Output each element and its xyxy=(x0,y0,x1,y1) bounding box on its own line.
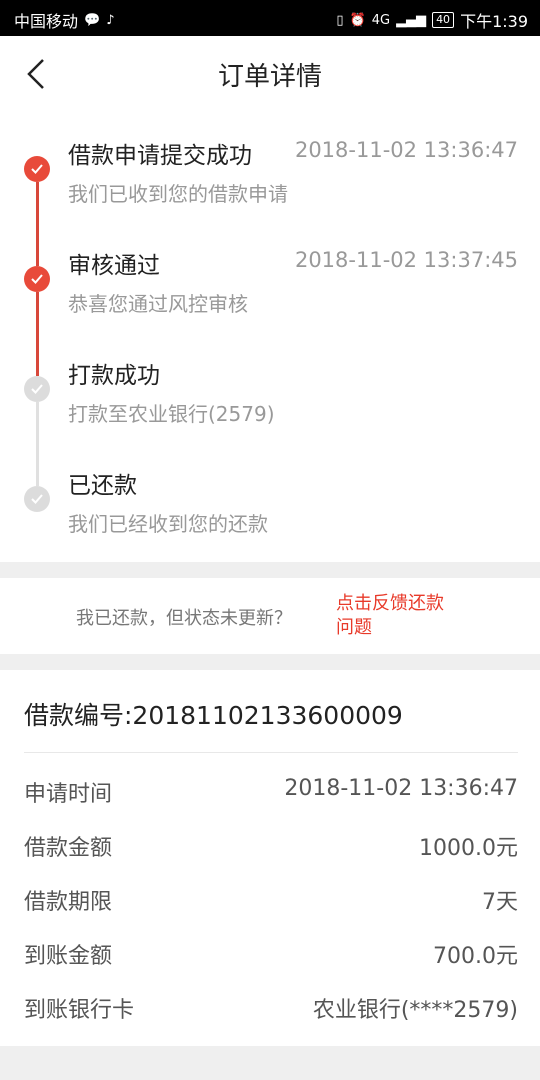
battery-icon: 40 xyxy=(432,12,455,28)
feedback-link-line2: 问题 xyxy=(336,617,372,638)
detail-row: 到账金额 700.0元 xyxy=(24,932,518,972)
check-icon xyxy=(24,486,50,512)
vibrate-icon: ▯ xyxy=(336,12,344,28)
repayment-feedback: 我已还款，但状态未更新？ 点击反馈还款 问题 xyxy=(0,578,540,654)
step-title: 打款成功 xyxy=(68,363,160,389)
detail-label: 借款金额 xyxy=(24,836,113,861)
detail-label: 借款期限 xyxy=(24,890,113,915)
timeline-step: 借款申请提交成功 2018-11-02 13:36:47 我们已收到您的借款申请 xyxy=(0,112,540,222)
page-title: 订单详情 xyxy=(217,62,322,92)
check-icon xyxy=(24,156,50,182)
detail-value: 2018-11-02 13:36:47 xyxy=(284,776,518,801)
step-title: 已还款 xyxy=(68,473,137,499)
detail-row: 申请时间 2018-11-02 13:36:47 xyxy=(24,770,518,810)
clock: 下午1:39 xyxy=(460,12,528,31)
nav-bar: 订单详情 xyxy=(0,36,540,112)
feedback-link-line1: 点击反馈还款 xyxy=(336,593,444,614)
detail-row: 借款期限 7天 xyxy=(24,878,518,918)
message-icon: 💬 xyxy=(84,12,101,28)
order-timeline: 借款申请提交成功 2018-11-02 13:36:47 我们已收到您的借款申请… xyxy=(0,112,540,562)
timeline-step: 已还款 我们已经收到您的还款 xyxy=(0,442,540,552)
step-description: 我们已经收到您的还款 xyxy=(68,512,268,536)
signal-icon: ▂▄▆ xyxy=(396,12,427,28)
detail-value: 7天 xyxy=(482,890,518,915)
tiktok-icon: ♪ xyxy=(106,12,115,28)
divider xyxy=(24,752,518,753)
step-title: 借款申请提交成功 xyxy=(68,143,252,169)
feedback-link[interactable]: 点击反馈还款 问题 xyxy=(336,592,466,640)
timeline-step: 审核通过 2018-11-02 13:37:45 恭喜您通过风控审核 xyxy=(0,222,540,332)
step-time: 2018-11-02 13:37:45 xyxy=(294,248,518,272)
detail-value: 700.0元 xyxy=(433,944,518,969)
loan-number: 借款编号:20181102133600009 xyxy=(24,701,403,730)
detail-value: 1000.0元 xyxy=(419,836,518,861)
check-icon xyxy=(24,376,50,402)
alarm-icon: ⏰ xyxy=(349,12,366,28)
carrier-label: 中国移动 xyxy=(14,12,79,31)
step-description: 我们已收到您的借款申请 xyxy=(68,182,288,206)
check-icon xyxy=(24,266,50,292)
detail-value: 农业银行(****2579) xyxy=(312,998,518,1023)
network-label: 4G xyxy=(371,12,391,28)
timeline-step: 打款成功 打款至农业银行(2579) xyxy=(0,332,540,442)
detail-label: 到账金额 xyxy=(24,944,113,969)
feedback-question: 我已还款，但状态未更新？ xyxy=(76,608,292,629)
step-description: 打款至农业银行(2579) xyxy=(68,402,275,426)
detail-label: 到账银行卡 xyxy=(24,998,135,1023)
loan-details: 借款编号:20181102133600009 申请时间 2018-11-02 1… xyxy=(0,670,540,1046)
detail-row: 借款金额 1000.0元 xyxy=(24,824,518,864)
step-title: 审核通过 xyxy=(68,253,160,279)
detail-label: 申请时间 xyxy=(24,782,113,807)
step-time: 2018-11-02 13:36:47 xyxy=(294,138,518,162)
status-bar: 中国移动 💬 ♪ ▯ ⏰ 4G ▂▄▆ 40 下午1:39 xyxy=(0,0,540,36)
step-description: 恭喜您通过风控审核 xyxy=(68,292,248,316)
detail-row: 到账银行卡 农业银行(****2579) xyxy=(24,986,518,1026)
